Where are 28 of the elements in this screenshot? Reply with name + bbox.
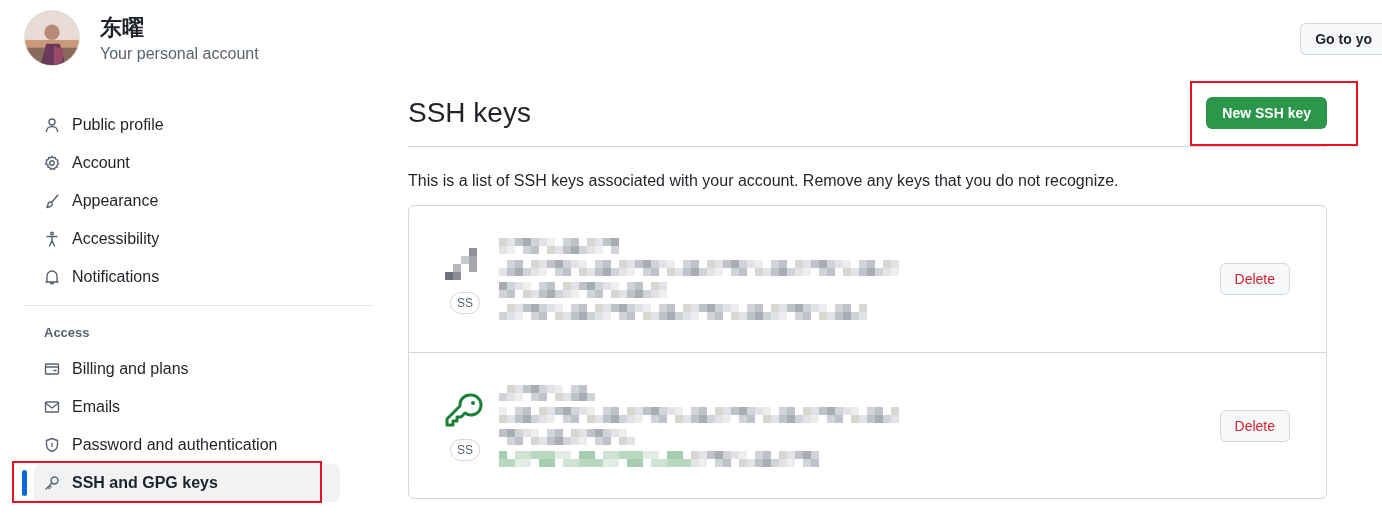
sidebar-item[interactable]: Public profile <box>34 106 340 144</box>
bell-icon <box>44 269 60 285</box>
selected-indicator <box>22 470 27 496</box>
section-heading: Access <box>44 324 91 342</box>
brush-icon <box>44 193 60 209</box>
go-to-profile-button[interactable]: Go to yo <box>1300 23 1382 55</box>
key-icon <box>44 475 60 491</box>
person-icon <box>44 117 60 133</box>
mail-icon <box>44 399 60 415</box>
sidebar-item[interactable]: SSH and GPG keys <box>34 464 340 502</box>
sidebar-item[interactable]: Account <box>34 144 340 182</box>
account-subtitle: Your personal account <box>100 44 259 64</box>
sidebar-item[interactable]: Billing and plans <box>34 350 340 388</box>
sidebar-item[interactable]: Accessibility <box>34 220 340 258</box>
shield-icon <box>44 437 60 453</box>
account-name: 东曜 <box>100 14 145 42</box>
delete-button[interactable]: Delete <box>1219 409 1290 442</box>
sidebar-item[interactable]: Appearance <box>34 182 340 220</box>
delete-button[interactable]: Delete <box>1219 263 1290 295</box>
credit-card-icon <box>44 361 60 377</box>
sidebar-item[interactable]: Notifications <box>34 258 340 296</box>
sidebar-item[interactable]: Password and authentication <box>34 426 340 464</box>
new-ssh-key-button[interactable]: New SSH key <box>1206 96 1327 129</box>
accessibility-icon <box>44 231 60 247</box>
gear-icon <box>44 155 60 171</box>
page-title: SSH keys <box>408 95 531 130</box>
sidebar-item[interactable]: Emails <box>34 388 340 426</box>
description: This is a list of SSH keys associated with your account. Remove any keys that you do not recognize. <box>408 171 1120 191</box>
